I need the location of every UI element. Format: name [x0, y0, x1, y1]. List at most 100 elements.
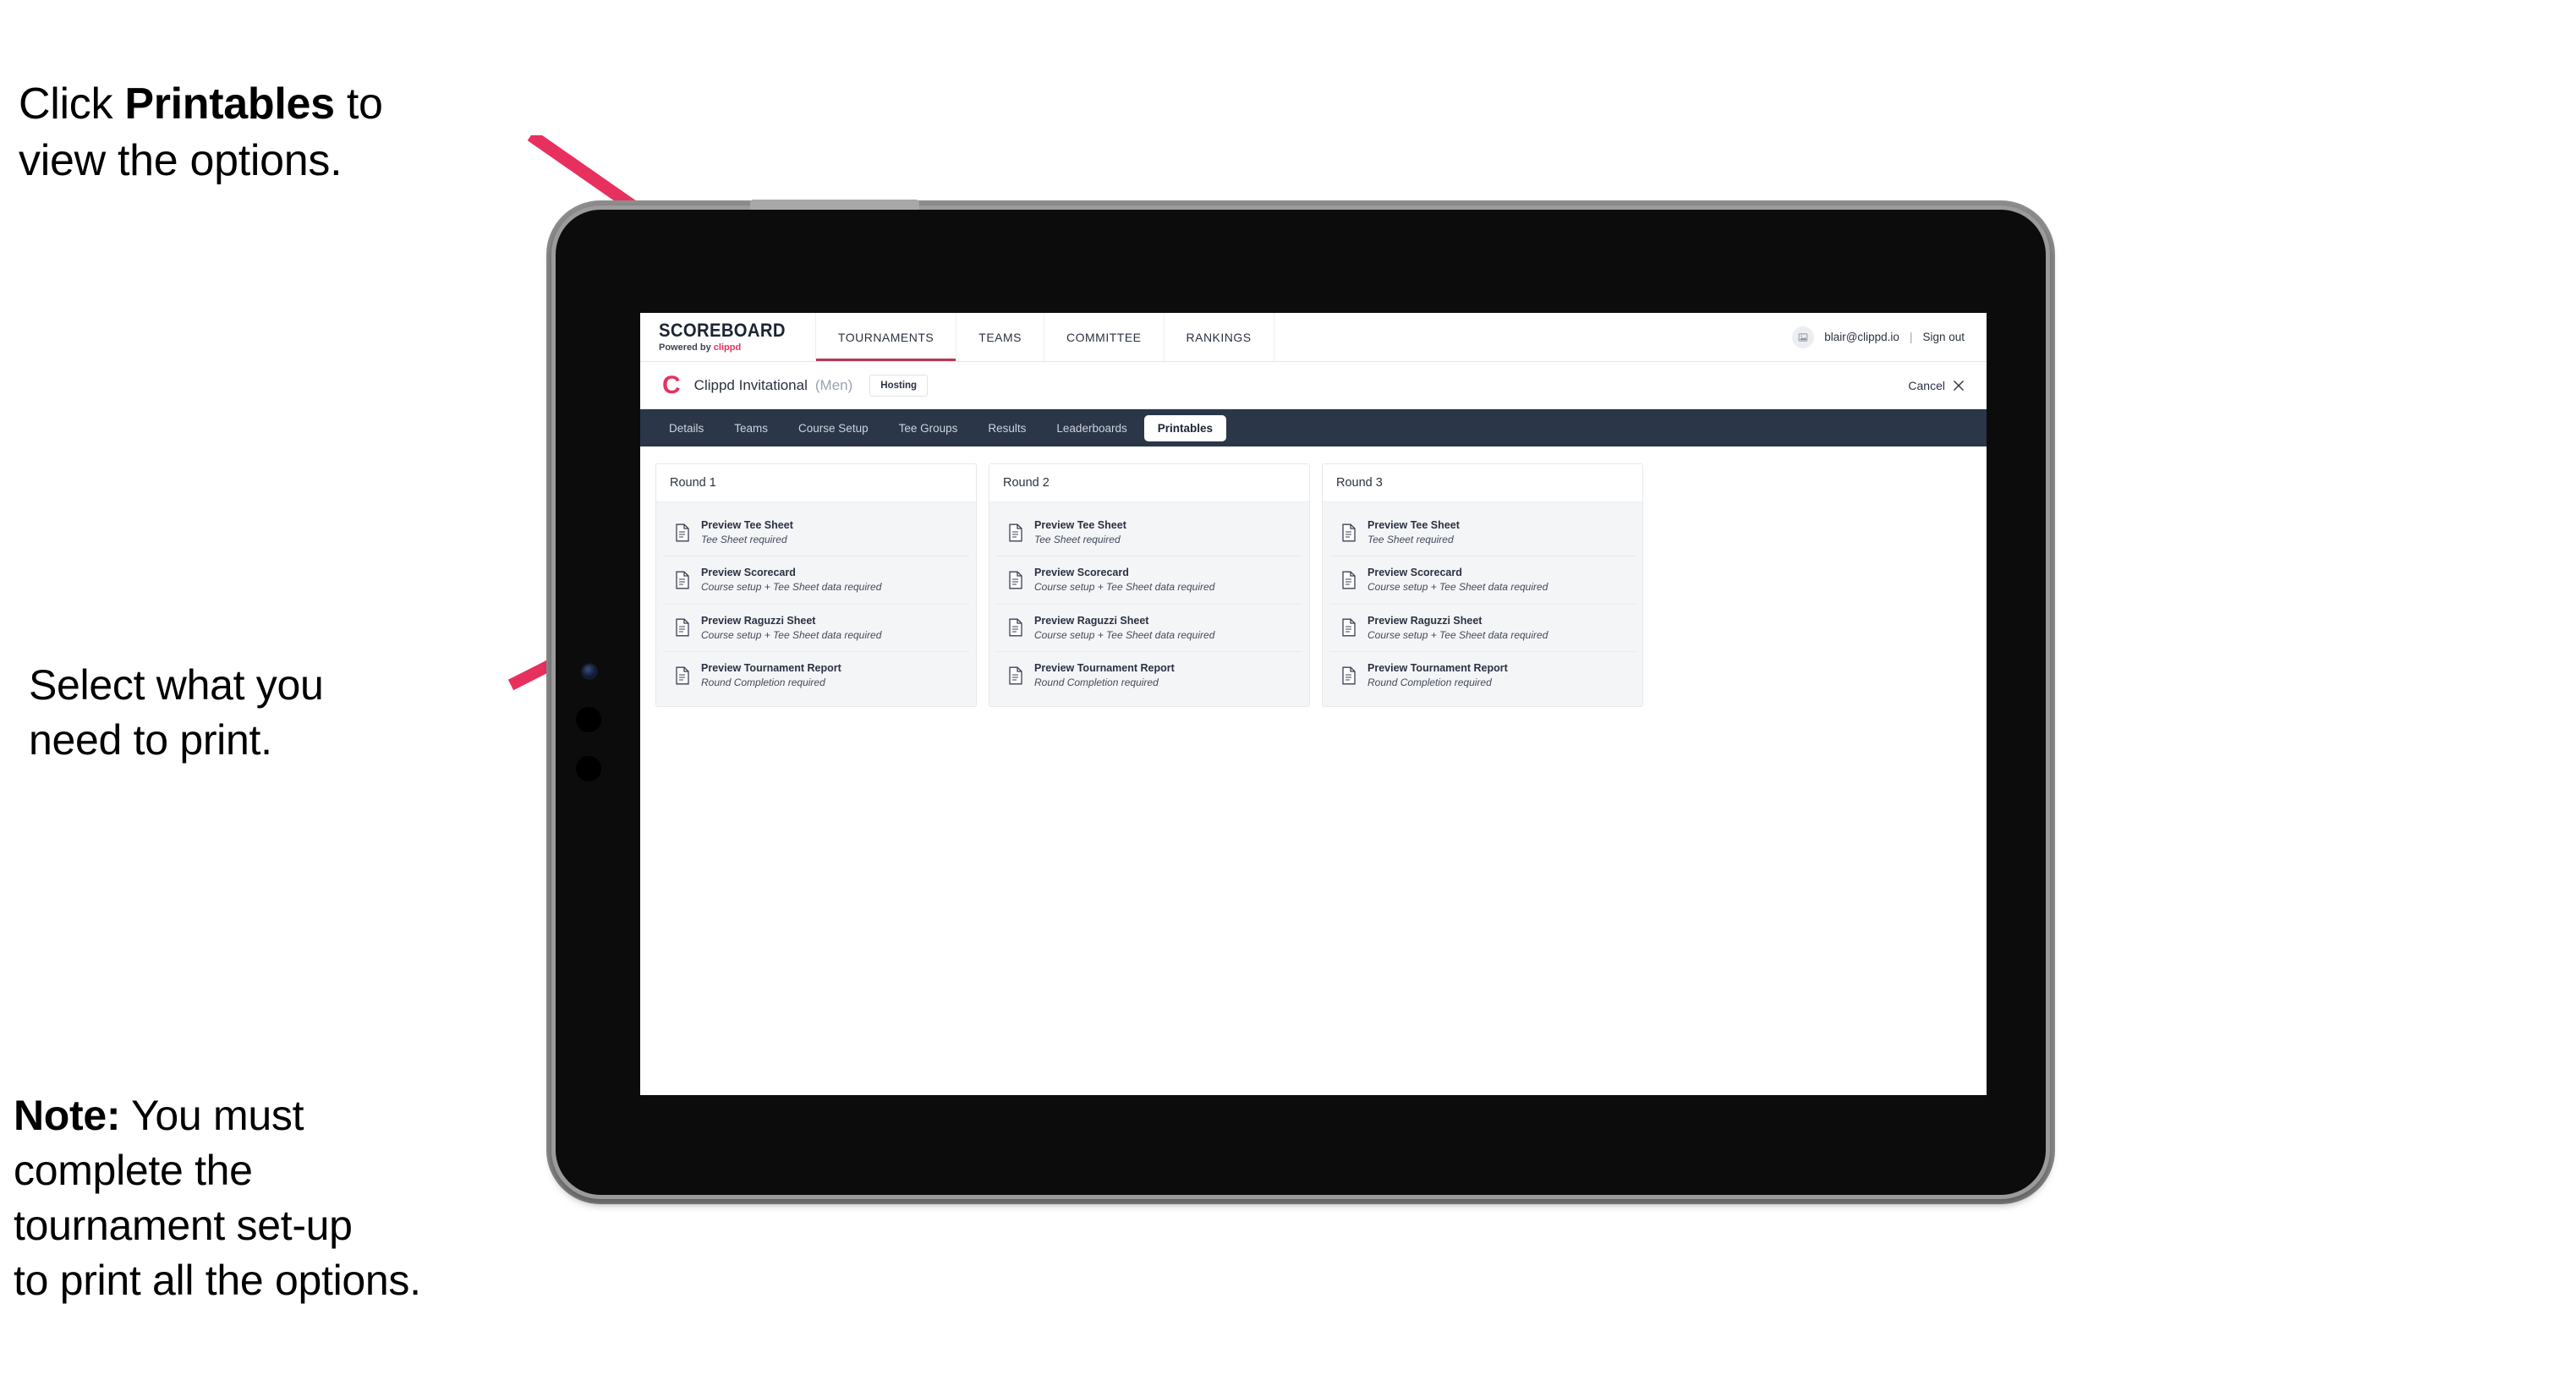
callout-note-bold: Note: — [14, 1092, 121, 1139]
tablet-top-button[interactable] — [750, 200, 919, 210]
clippd-logo-icon: C — [662, 370, 681, 399]
list-item[interactable]: Preview Tournament Report Round Completi… — [663, 652, 969, 699]
tab-course-setup[interactable]: Course Setup — [785, 415, 882, 441]
topnav-item-teams[interactable]: TEAMS — [956, 313, 1044, 361]
topbar-spacer — [1273, 313, 1771, 361]
list-item[interactable]: Preview Scorecard Course setup + Tee She… — [996, 556, 1302, 605]
printable-requirement: Course setup + Tee Sheet data required — [1034, 628, 1215, 641]
round-items: Preview Tee Sheet Tee Sheet required Pre… — [1323, 502, 1642, 706]
brand-powered-by: Powered by clippd — [659, 342, 797, 353]
tab-teams[interactable]: Teams — [721, 415, 781, 441]
list-item[interactable]: Preview Tee Sheet Tee Sheet required — [1329, 509, 1636, 557]
printable-requirement: Course setup + Tee Sheet data required — [1034, 581, 1215, 594]
printable-requirement: Round Completion required — [1034, 677, 1159, 689]
topbar-user-area: blair@clippd.io | Sign out — [1770, 313, 1987, 361]
round-column: Round 3 Preview Tee Sheet Tee Sheet requ… — [1322, 463, 1643, 707]
tab-tee-groups[interactable]: Tee Groups — [885, 415, 972, 441]
document-icon — [1342, 619, 1356, 637]
tablet-side-button-1[interactable] — [576, 707, 601, 732]
printable-title: Preview Tournament Report — [701, 662, 841, 675]
topnav-label: RANKINGS — [1186, 330, 1252, 344]
round-column: Round 2 Preview Tee Sheet Tee Sheet requ… — [989, 463, 1310, 707]
cancel-button[interactable]: Cancel — [1908, 379, 1965, 392]
list-item[interactable]: Preview Tournament Report Round Completi… — [996, 652, 1302, 699]
printable-requirement: Tee Sheet required — [701, 534, 787, 545]
brand-logo[interactable]: SCOREBOARD Powered by clippd — [640, 313, 815, 361]
sign-out-link[interactable]: Sign out — [1922, 331, 1965, 343]
printable-requirement: Round Completion required — [701, 677, 825, 689]
app-top-navigation: SCOREBOARD Powered by clippd TOURNAMENTS… — [640, 313, 1987, 362]
tournament-gender-label: (Men) — [814, 376, 853, 393]
list-item[interactable]: Preview Scorecard Course setup + Tee She… — [663, 556, 969, 605]
document-icon — [1342, 571, 1356, 589]
tournament-title-bar: C Clippd Invitational (Men) Hosting Canc… — [640, 362, 1987, 409]
printable-title: Preview Scorecard — [1034, 567, 1129, 579]
document-icon — [1009, 571, 1022, 589]
round-header: Round 3 — [1323, 464, 1642, 502]
document-icon — [1342, 666, 1356, 685]
avatar[interactable] — [1792, 326, 1815, 348]
printable-title: Preview Tee Sheet — [701, 519, 793, 531]
printable-requirement: Round Completion required — [1367, 677, 1492, 689]
user-image-icon — [1798, 332, 1808, 342]
tab-printables[interactable]: Printables — [1143, 414, 1227, 441]
topnav-label: COMMITTEE — [1066, 330, 1142, 344]
printable-title: Preview Scorecard — [1367, 567, 1462, 579]
tab-leaderboards[interactable]: Leaderboards — [1043, 415, 1140, 441]
close-x-icon — [1954, 380, 1964, 391]
document-icon — [1009, 666, 1022, 685]
tablet-side-button-2[interactable] — [576, 756, 601, 781]
tablet-device: SCOREBOARD Powered by clippd TOURNAMENTS… — [551, 200, 2050, 1199]
list-item[interactable]: Preview Raguzzi Sheet Course setup + Tee… — [996, 604, 1302, 653]
round-header: Round 2 — [989, 464, 1309, 502]
document-icon — [1009, 619, 1022, 637]
status-badge[interactable]: Hosting — [869, 374, 929, 397]
callout-click-printables: Click Printables to view the options. — [19, 19, 577, 190]
callout-select-what-to-print: Select what you need to print. — [29, 661, 324, 764]
document-icon — [676, 523, 689, 542]
printables-rounds-area: Round 1 Preview Tee Sheet Tee Sheet requ… — [640, 446, 1987, 724]
document-icon — [676, 666, 689, 685]
printable-requirement: Course setup + Tee Sheet data required — [1367, 628, 1548, 641]
tab-details[interactable]: Details — [655, 415, 717, 441]
cancel-label: Cancel — [1908, 378, 1945, 392]
printable-requirement: Tee Sheet required — [1034, 534, 1121, 545]
list-item[interactable]: Preview Scorecard Course setup + Tee She… — [1329, 556, 1636, 605]
section-tab-strip: Details Teams Course Setup Tee Groups Re… — [640, 409, 1987, 446]
list-item[interactable]: Preview Tee Sheet Tee Sheet required — [663, 509, 969, 557]
round-items: Preview Tee Sheet Tee Sheet required Pre… — [989, 502, 1309, 706]
printable-title: Preview Scorecard — [701, 567, 796, 579]
topnav-item-committee[interactable]: COMMITTEE — [1044, 313, 1164, 361]
printable-title: Preview Raguzzi Sheet — [1034, 614, 1149, 627]
printable-requirement: Course setup + Tee Sheet data required — [701, 581, 882, 594]
list-item[interactable]: Preview Raguzzi Sheet Course setup + Tee… — [1329, 604, 1636, 653]
list-item[interactable]: Preview Raguzzi Sheet Course setup + Tee… — [663, 604, 969, 653]
list-item[interactable]: Preview Tee Sheet Tee Sheet required — [996, 509, 1302, 557]
round-items: Preview Tee Sheet Tee Sheet required Pre… — [656, 502, 976, 706]
document-icon — [676, 571, 689, 589]
brand-wordmark: SCOREBOARD — [659, 320, 786, 341]
printable-title: Preview Tournament Report — [1034, 662, 1175, 675]
list-item[interactable]: Preview Tournament Report Round Completi… — [1329, 652, 1636, 699]
powered-prefix: Powered by — [659, 342, 714, 353]
topnav-item-tournaments[interactable]: TOURNAMENTS — [814, 313, 956, 361]
printable-title: Preview Tournament Report — [1367, 662, 1508, 675]
printable-title: Preview Tee Sheet — [1367, 519, 1460, 531]
powered-brand: clippd — [713, 342, 742, 353]
topnav-label: TEAMS — [978, 330, 1022, 344]
camera-icon — [583, 665, 596, 678]
topnav-label: TOURNAMENTS — [837, 330, 934, 344]
printable-requirement: Tee Sheet required — [1367, 534, 1454, 545]
callout-top-bold: Printables — [124, 79, 335, 129]
printable-requirement: Course setup + Tee Sheet data required — [1367, 581, 1548, 594]
printable-title: Preview Tee Sheet — [1034, 519, 1126, 531]
user-separator: | — [1909, 331, 1913, 343]
printable-title: Preview Raguzzi Sheet — [701, 614, 816, 627]
page-title: Clippd Invitational — [693, 376, 808, 393]
tab-results[interactable]: Results — [974, 415, 1039, 441]
browser-viewport: SCOREBOARD Powered by clippd TOURNAMENTS… — [640, 313, 1987, 1095]
topnav-item-rankings[interactable]: RANKINGS — [1163, 313, 1274, 361]
document-icon — [1009, 523, 1022, 542]
document-icon — [1342, 523, 1356, 542]
printable-requirement: Course setup + Tee Sheet data required — [701, 628, 882, 641]
